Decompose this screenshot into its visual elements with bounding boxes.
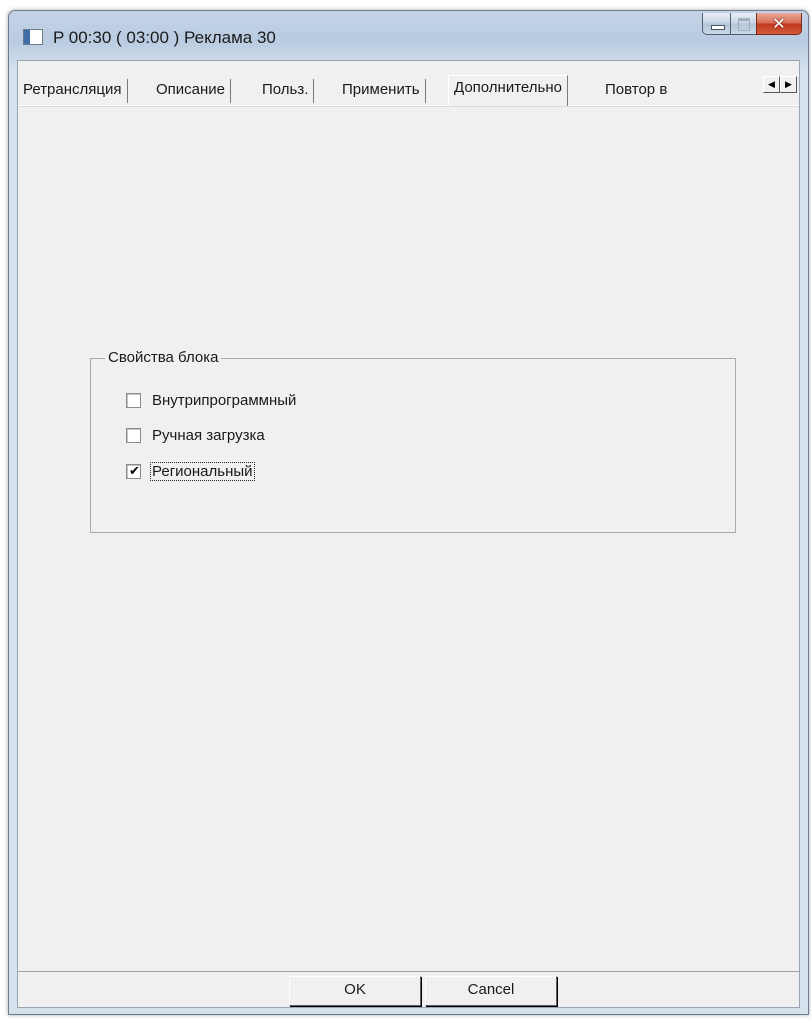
maximize-button[interactable] [730,13,756,35]
dialog-client-area: Ретрансляция Описание Польз. Применить Д… [17,60,800,1008]
close-icon: ✕ [772,14,786,33]
close-button[interactable]: ✕ [756,13,802,35]
dialog-window: P 00:30 ( 03:00 ) Реклама 30 ✕ Ретрансля… [8,10,809,1015]
tab-retranslation[interactable]: Ретрансляция [18,79,128,103]
scroll-right-icon[interactable]: ▶ [780,76,797,93]
tab-strip: Ретрансляция Описание Польз. Применить Д… [18,61,799,106]
tab-user[interactable]: Польз. [257,79,315,103]
group-title: Свойства блока [105,348,222,368]
minimize-icon [711,25,725,30]
window-title: P 00:30 ( 03:00 ) Реклама 30 [53,28,276,47]
caption-buttons: ✕ [702,13,802,35]
scroll-left-icon[interactable]: ◀ [763,76,780,93]
manual-load-checkbox[interactable] [126,427,141,443]
tab-description[interactable]: Описание [151,79,232,103]
tab-additional[interactable]: Дополнительно [448,75,568,106]
maximize-icon [738,18,750,31]
ok-button[interactable]: OK [289,976,421,1006]
tab-repeat[interactable]: Повтор в [600,79,720,103]
tab-scroll-buttons: ◀ ▶ [763,76,797,93]
dialog-footer: OK Cancel [18,971,799,1008]
regional-label[interactable]: Региональный [150,461,255,481]
regional-checkbox[interactable]: ✔ [126,463,141,479]
app-icon [23,29,43,45]
checkmark-icon: ✔ [129,463,140,479]
manual-load-label[interactable]: Ручная загрузка [151,427,266,444]
cancel-button[interactable]: Cancel [425,976,557,1006]
minimize-button[interactable] [702,13,730,35]
checkbox-row-manual-load[interactable]: Ручная загрузка [126,424,266,446]
checkbox-row-intra-program[interactable]: Внутрипрограммный [126,389,297,411]
tab-apply[interactable]: Применить [337,79,426,103]
title-bar[interactable]: P 00:30 ( 03:00 ) Реклама 30 ✕ [9,11,808,61]
checkbox-row-regional[interactable]: ✔ Региональный [126,460,255,482]
block-properties-group: Свойства блока Внутрипрограммный Ручная … [90,348,736,533]
intra-program-label[interactable]: Внутрипрограммный [151,392,297,409]
tab-pane-additional: Свойства блока Внутрипрограммный Ручная … [18,105,799,973]
intra-program-checkbox[interactable] [126,392,141,408]
